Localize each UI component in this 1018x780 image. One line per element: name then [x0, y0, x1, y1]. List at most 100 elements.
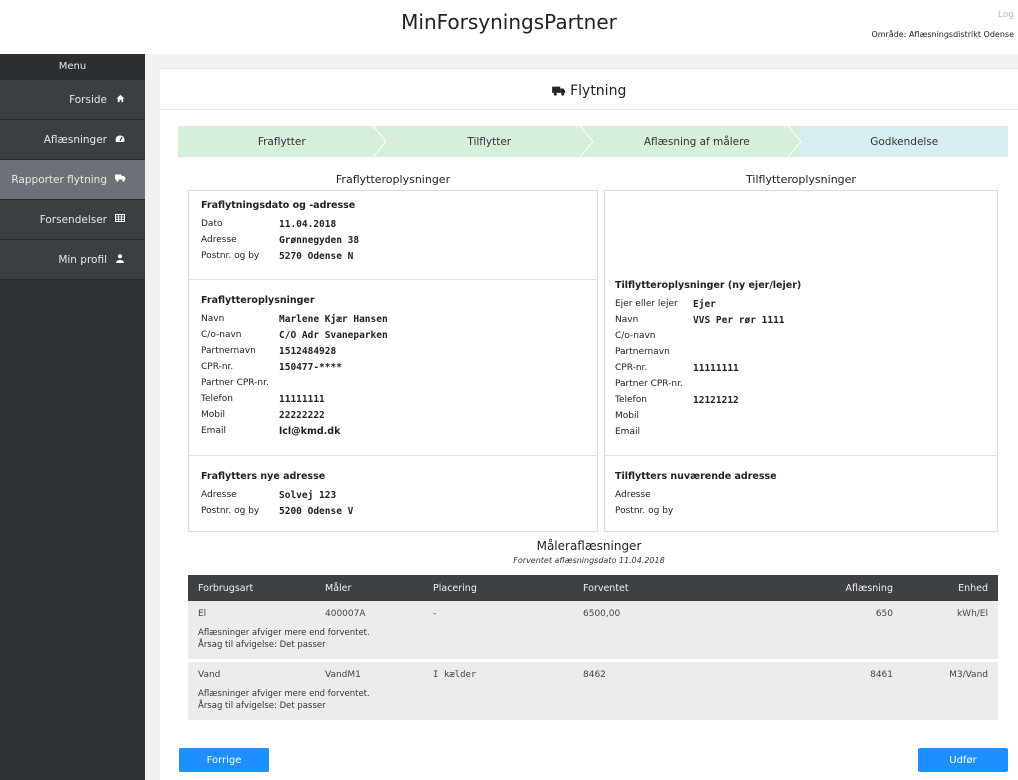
sidebar-item-label: Min profil	[58, 253, 107, 266]
left-column-title: Fraflytteroplysninger	[335, 173, 451, 186]
field-row: Email lcl@kmd.dk	[201, 425, 341, 437]
field-row: Postnr. og by 5200 Odense V	[201, 505, 354, 517]
table-cell: I kælder	[433, 670, 477, 680]
field-row: Postnr. og by 5270 Odense N	[201, 250, 354, 262]
deviation-note: Aflæsninger afviger mere end forventet. …	[198, 689, 370, 711]
section-heading: Fraflytters nye adresse	[201, 471, 326, 482]
field-row: Partnernavn	[615, 347, 670, 357]
column-header: Enhed	[958, 582, 988, 594]
tilflytter-box: Tilflytteroplysninger (ny ejer/lejer) Ej…	[604, 190, 998, 532]
field-row: Adresse	[615, 490, 651, 500]
field-row: Partnernavn 1512484928	[201, 345, 337, 357]
field-row: Telefon 12121212	[615, 394, 739, 406]
field-row: Email	[615, 427, 640, 437]
truck-icon	[551, 83, 570, 99]
table-cell: Vand	[198, 670, 221, 680]
field-row: C/o-navn C/O Adr Svaneparken	[201, 329, 388, 341]
sidebar-item-forside[interactable]: Forside	[0, 80, 145, 120]
table-cell: M3/Vand	[949, 670, 988, 680]
step-aflaesning-af-maalere[interactable]: Aflæsning af målere	[593, 126, 802, 157]
menu-heading: Menu	[0, 54, 145, 80]
field-row: Postnr. og by	[615, 506, 674, 516]
table-cell: VandM1	[325, 670, 361, 680]
step-fraflytter[interactable]: Fraflytter	[178, 126, 387, 157]
table-cell: 8462	[583, 670, 606, 680]
table-cell: 400007A	[325, 609, 366, 619]
step-arrow	[372, 126, 387, 157]
section-heading: Tilflytteroplysninger (ny ejer/lejer)	[615, 280, 802, 291]
deviation-note: Aflæsninger afviger mere end forventet. …	[198, 628, 370, 650]
field-row: CPR-nr. 11111111	[615, 362, 739, 374]
step-arrow	[787, 126, 802, 157]
table-cell: El	[198, 609, 207, 619]
move-section: Fraflytningsdato og -adresse Dato 11.04.2…	[189, 191, 597, 279]
page-title-text: Flytning	[570, 83, 627, 99]
column-header: Måler	[325, 582, 352, 594]
wizard-steps: Fraflytter Tilflytter Aflæsning af måler…	[178, 126, 1008, 157]
divider	[160, 109, 1018, 110]
field-row: Navn VVS Per rør 1111	[615, 314, 785, 326]
step-arrow	[580, 126, 594, 157]
field-row: CPR-nr. 150477-****	[201, 361, 342, 373]
fraflytter-box: Fraflytningsdato og -adresse Dato 11.04.2…	[188, 190, 598, 532]
section-heading: Tilflytters nuværende adresse	[615, 471, 777, 482]
top-bar: MinForsyningsPartner Log Område: Aflæsni…	[0, 0, 1018, 48]
field-row: C/o-navn	[615, 331, 656, 341]
field-row: Ejer eller lejer Ejer	[615, 298, 716, 310]
truck-icon	[115, 174, 126, 185]
info-section: Tilflytteroplysninger (ny ejer/lejer) Ej…	[605, 191, 997, 455]
submit-button[interactable]: Udfør	[918, 748, 1008, 772]
logout-link[interactable]: Log	[998, 10, 1014, 20]
flytning-card: Flytning Fraflytter Tilflytter Aflæsning…	[160, 68, 1018, 780]
field-row: Telefon 11111111	[201, 393, 325, 405]
sidebar-item-label: Aflæsninger	[43, 133, 107, 146]
section-heading: Fraflytningsdato og -adresse	[201, 200, 356, 211]
step-tilflytter[interactable]: Tilflytter	[385, 126, 594, 157]
field-row: Adresse Grønnegyden 38	[201, 234, 360, 246]
right-column-title: Tilflytteroplysninger	[746, 173, 856, 186]
new-address-section: Fraflytters nye adresse Adresse Solvej 12…	[189, 455, 597, 533]
step-godkendelse[interactable]: Godkendelse	[800, 126, 1008, 157]
user-icon	[115, 253, 125, 266]
meters-table: Forbrugsart Måler Placering Forventet Af…	[188, 575, 998, 723]
gauge-icon	[115, 134, 125, 146]
column-header: Aflæsning	[845, 582, 893, 594]
page-title: Flytning	[160, 83, 1018, 99]
field-row: Mobil 22222222	[201, 409, 325, 421]
field-row: Dato 11.04.2018	[201, 218, 337, 230]
table-icon	[115, 214, 125, 225]
sidebar-item-min-profil[interactable]: Min profil	[0, 240, 145, 280]
table-cell: 6500,00	[583, 609, 621, 619]
sidebar-item-label: Forside	[69, 93, 107, 106]
table-cell: -	[433, 609, 437, 619]
field-row: Partner CPR-nr.	[201, 378, 269, 388]
sidebar-item-rapporter-flytning[interactable]: Rapporter flytning	[0, 160, 145, 200]
column-header: Forventet	[583, 582, 629, 594]
sidebar-item-label: Forsendelser	[39, 213, 107, 226]
sidebar-item-aflaesninger[interactable]: Aflæsninger	[0, 120, 145, 160]
meters-title: Måleraflæsninger	[536, 539, 642, 553]
current-address-section: Tilflytters nuværende adresse Adresse Po…	[605, 455, 997, 533]
table-cell: 8461	[870, 670, 893, 680]
sidebar-item-forsendelser[interactable]: Forsendelser	[0, 200, 145, 240]
sidebar: Menu Forside Aflæsninger Rapporter flytn…	[0, 54, 145, 780]
table-row: Vand VandM1 I kælder 8462 8461 M3/Vand A…	[188, 662, 998, 723]
column-header: Forbrugsart	[198, 582, 254, 594]
column-header: Placering	[433, 582, 477, 594]
sidebar-item-label: Rapporter flytning	[11, 173, 107, 186]
field-row: Adresse Solvej 123	[201, 489, 337, 501]
table-cell: kWh/El	[956, 609, 988, 619]
area-label: Område: Aflæsningsdistrikt Odense	[871, 30, 1014, 39]
table-header: Forbrugsart Måler Placering Forventet Af…	[188, 575, 998, 601]
table-row: El 400007A - 6500,00 650 kWh/El Aflæsnin…	[188, 601, 998, 662]
field-row: Navn Marlene Kjær Hansen	[201, 313, 388, 325]
field-row: Mobil	[615, 411, 639, 421]
previous-button[interactable]: Forrige	[179, 748, 269, 772]
info-section: Fraflytteroplysninger Navn Marlene Kjær H…	[189, 279, 597, 455]
app-title: MinForsyningsPartner	[401, 10, 617, 34]
section-heading: Fraflytteroplysninger	[201, 295, 315, 306]
table-cell: 650	[875, 609, 893, 619]
field-row: Partner CPR-nr.	[615, 379, 683, 389]
home-icon	[115, 94, 125, 106]
meters-subtitle: Forventet aflæsningsdato 11.04.2018	[513, 556, 665, 565]
